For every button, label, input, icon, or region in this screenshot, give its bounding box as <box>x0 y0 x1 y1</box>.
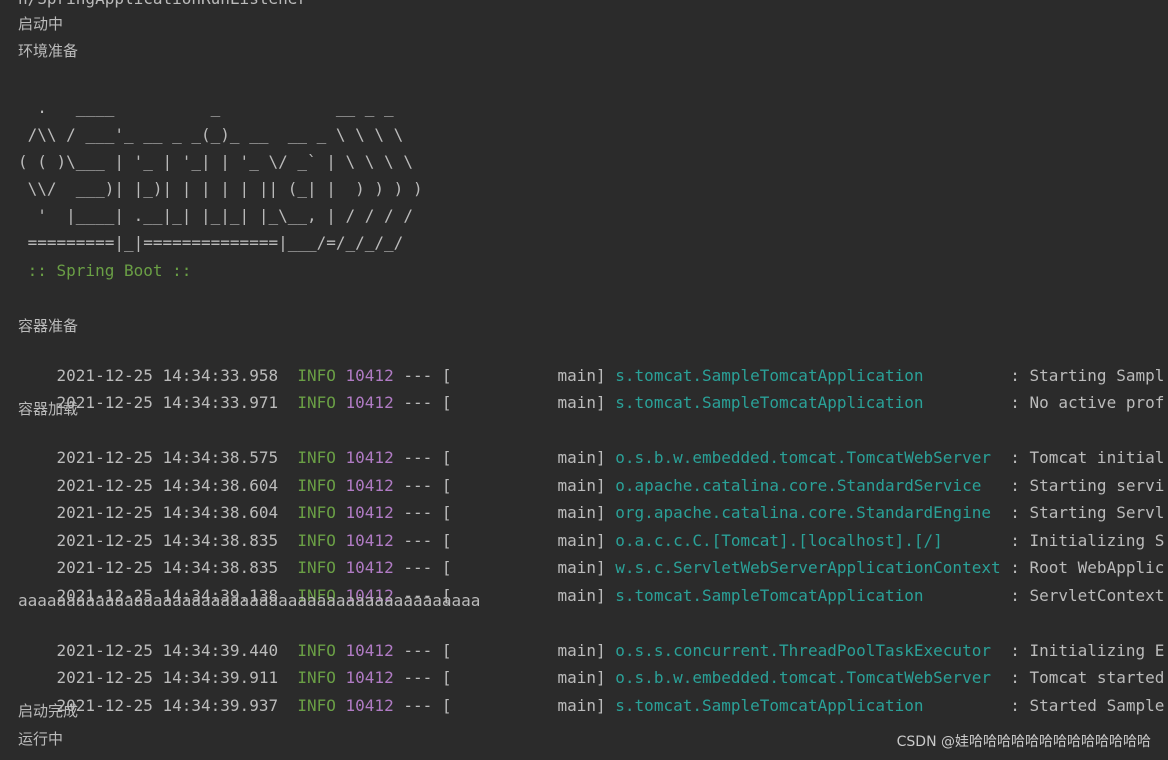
log-timestamp: 2021-12-25 14:34:33.971 <box>56 393 279 412</box>
log-message: : No active prof <box>1010 393 1165 412</box>
banner-line: \\/ ___)| |_)| | | | | || (_| | ) ) ) ) <box>18 179 423 198</box>
log-logger: s.tomcat.SampleTomcatApplication <box>615 586 924 605</box>
csdn-watermark: CSDN @娃哈哈哈哈哈哈哈哈哈哈哈哈哈 <box>896 734 1151 750</box>
console-line-partial: n/SpringApplicationRunListener <box>18 0 307 10</box>
banner-line: ' |____| .__|_| |_|_| |_\__, | / / / / <box>18 206 413 225</box>
log-message: : ServletContext <box>1010 586 1165 605</box>
banner-line: . ____ _ __ _ _ <box>18 98 394 117</box>
console-output[interactable]: n/SpringApplicationRunListener 启动中 环境准备 … <box>0 0 1168 760</box>
log-line: 2021-12-25 14:34:39.937 INFO 10412 --- [… <box>56 696 1165 715</box>
log-thread: main <box>557 586 597 605</box>
spring-boot-label: :: Spring Boot :: <box>18 261 202 280</box>
banner-line: =========|_|==============|___/=/_/_/_/ <box>18 233 404 252</box>
banner-line: /\\ / ___'_ __ _ _(_)_ __ __ _ \ \ \ \ <box>18 125 404 144</box>
console-line-running: 运行中 <box>18 730 64 748</box>
log-pid: 10412 <box>345 696 394 715</box>
section-container-prepare: 容器准备 <box>18 317 79 335</box>
console-line-starting: 启动中 <box>18 15 64 33</box>
log-level: INFO <box>297 393 336 412</box>
log-line: 2021-12-25 14:34:39.440 INFO 10412 --- [… <box>56 641 1165 660</box>
console-line-aaa: aaaaaaaaaaaaaaaaaaaaaaaaaaaaaaaaaaaaaaaa… <box>18 591 481 610</box>
log-thread: main <box>557 393 597 412</box>
log-line: 2021-12-25 14:34:38.835 INFO 10412 --- [… <box>56 558 1165 577</box>
console-line-startup-complete: 启动完成 <box>18 702 79 720</box>
log-thread: main <box>557 696 597 715</box>
log-line: 2021-12-25 14:34:33.958 INFO 10412 --- [… <box>56 366 1165 385</box>
banner-line: ( ( )\___ | '_ | '_| | '_ \/ _` | \ \ \ … <box>18 152 413 171</box>
log-line: 2021-12-25 14:34:38.835 INFO 10412 --- [… <box>56 531 1165 550</box>
section-container-load: 容器加载 <box>18 400 79 418</box>
log-message: : Started Sample <box>1010 696 1165 715</box>
log-line: 2021-12-25 14:34:38.604 INFO 10412 --- [… <box>56 503 1165 522</box>
log-line: 2021-12-25 14:34:39.138 INFO 10412 --- [… <box>56 586 1165 605</box>
log-line: 2021-12-25 14:34:33.971 INFO 10412 --- [… <box>56 393 1165 412</box>
log-line: 2021-12-25 14:34:38.604 INFO 10412 --- [… <box>56 476 1165 495</box>
log-logger: s.tomcat.SampleTomcatApplication <box>615 393 924 412</box>
log-logger: s.tomcat.SampleTomcatApplication <box>615 696 924 715</box>
log-timestamp: 2021-12-25 14:34:39.937 <box>56 696 279 715</box>
log-pid: 10412 <box>345 393 394 412</box>
log-level: INFO <box>297 696 336 715</box>
log-line: 2021-12-25 14:34:38.575 INFO 10412 --- [… <box>56 448 1165 467</box>
console-line-env-prepare: 环境准备 <box>18 42 79 60</box>
log-line: 2021-12-25 14:34:39.911 INFO 10412 --- [… <box>56 668 1165 687</box>
